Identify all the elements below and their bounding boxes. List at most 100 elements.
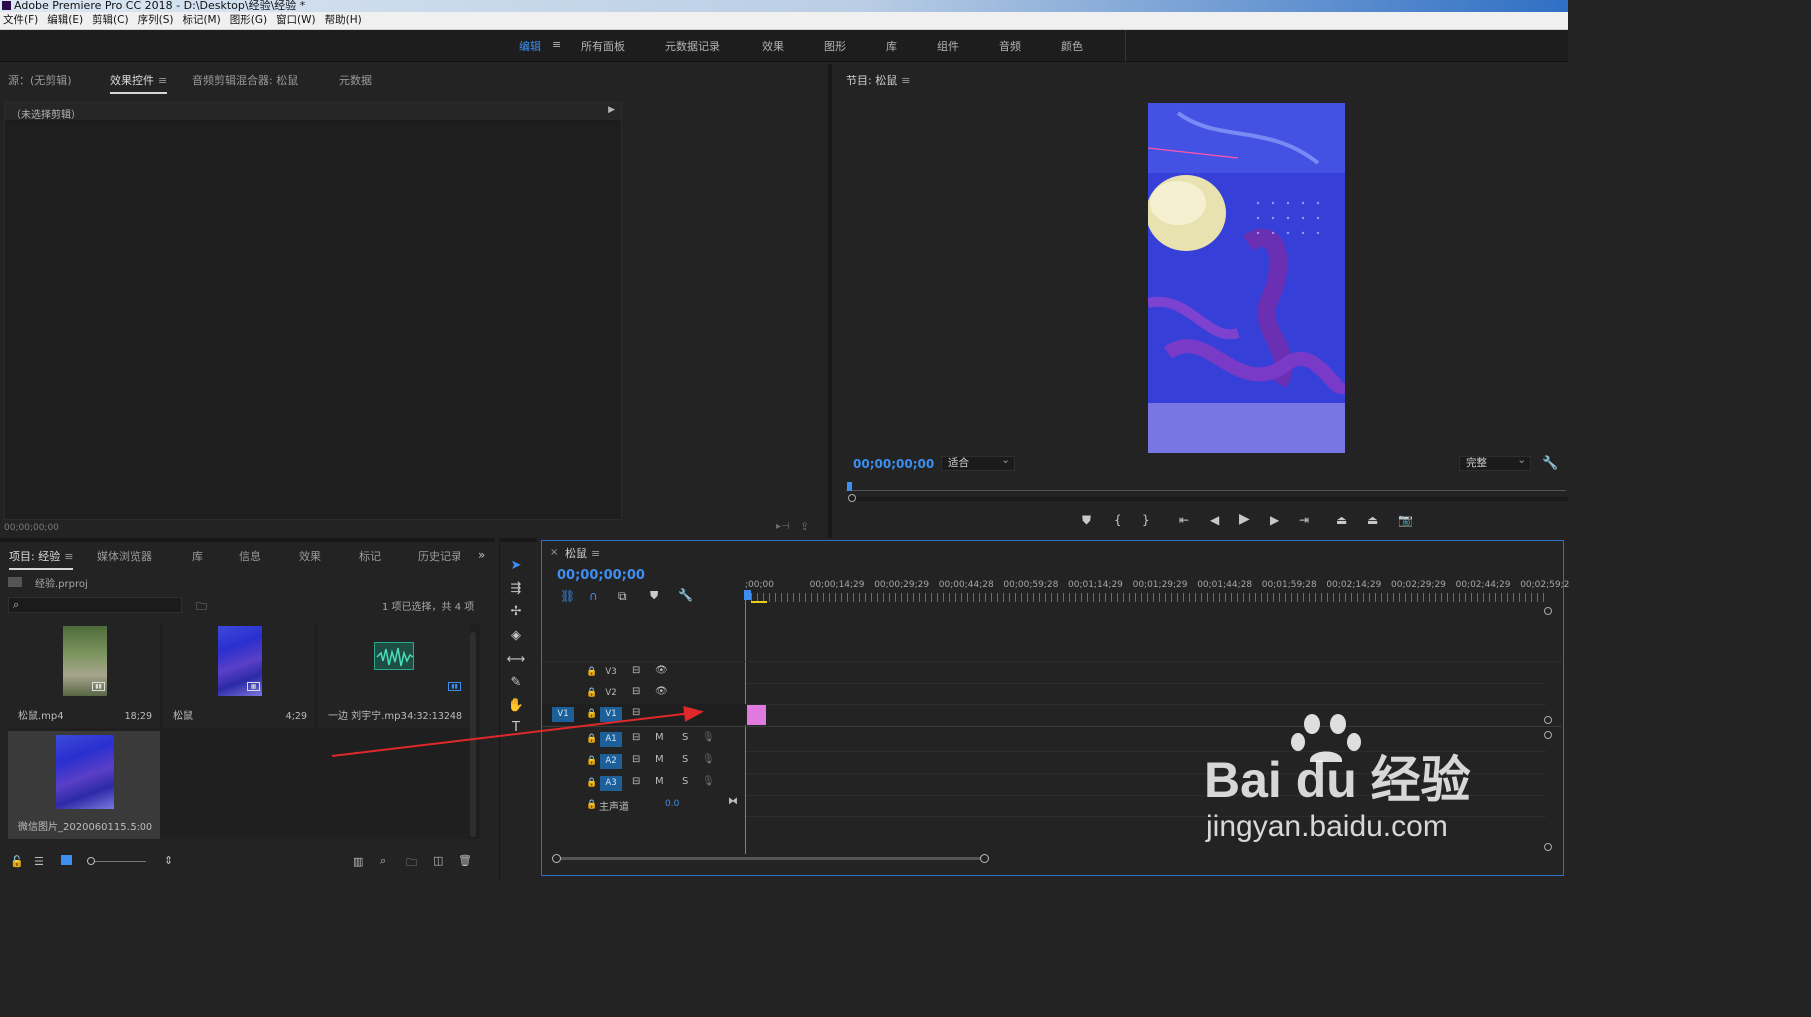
video-scroll-handle[interactable] (1544, 716, 1552, 724)
workspace-effects[interactable]: 效果 (762, 38, 784, 54)
step-forward-icon[interactable]: ▶ (1270, 513, 1279, 527)
zoom-handle[interactable] (848, 494, 856, 502)
mark-out-icon[interactable]: } (1142, 513, 1150, 527)
eye-icon[interactable]: 👁 (655, 665, 668, 676)
menu-marker[interactable]: 标记(M) (179, 12, 226, 29)
sort-icon[interactable]: ⇕ (164, 854, 173, 867)
track-master[interactable]: 🔒 主声道 0.0 ⧓ (542, 795, 748, 816)
tab-effect-controls[interactable]: 效果控件 ≡ (110, 72, 168, 94)
workspace-edit[interactable]: 编辑 (519, 38, 541, 54)
track-select-tool-icon[interactable]: ⇶ (505, 579, 527, 599)
tab-project[interactable]: 项目: 经验 ≡ (9, 548, 74, 570)
close-sequence-icon[interactable]: × (550, 547, 558, 558)
workspace-graphics[interactable]: 图形 (824, 38, 846, 54)
step-back-icon[interactable]: ◀ (1210, 513, 1219, 527)
list-view-icon[interactable]: ☰ (34, 855, 44, 868)
timeline-zoom-bar[interactable] (556, 857, 986, 860)
menu-sequence[interactable]: 序列(S) (135, 12, 180, 29)
linked-selection-icon[interactable]: ⧉ (618, 589, 627, 604)
new-item-icon[interactable]: ◫ (433, 854, 443, 867)
slider-handle[interactable] (87, 857, 95, 865)
track-lock-icon[interactable]: 🔒 (586, 800, 597, 810)
track-a3[interactable]: 🔒 A3 ⊟ M S 🎙 (542, 773, 748, 794)
track-lock-icon[interactable]: 🔒 (586, 778, 597, 788)
trash-icon[interactable]: 🗑 (458, 854, 472, 867)
zoom-right-handle[interactable] (980, 854, 989, 863)
play-icon[interactable]: ▶ (1239, 512, 1250, 526)
project-item-squirrel-mp4[interactable]: ▮▮ 松鼠.mp4 18;29 (8, 624, 160, 728)
project-item-squirrel-sequence[interactable]: ▦ 松鼠 4;29 (163, 624, 315, 728)
microphone-icon[interactable]: 🎙 (702, 776, 715, 787)
lock-icon[interactable]: 🔓 (10, 855, 24, 868)
thumbnail-size-slider[interactable] (88, 861, 146, 862)
go-to-out-icon[interactable]: ⇥ (1299, 513, 1309, 527)
mark-in-icon[interactable]: { (1114, 513, 1122, 527)
slip-tool-icon[interactable]: ⟷ (505, 650, 527, 670)
fit-dropdown[interactable]: 适合 (941, 454, 1015, 471)
program-time-ruler[interactable] (846, 482, 1566, 494)
more-tabs-icon[interactable]: » (478, 548, 485, 562)
tab-audio-clip-mixer[interactable]: 音频剪辑混合器: 松鼠 (192, 72, 298, 88)
workspace-metadata[interactable]: 元数据记录 (665, 38, 720, 54)
quality-dropdown[interactable]: 完整 (1459, 454, 1531, 471)
expand-arrow-icon[interactable]: ▶ (608, 105, 615, 115)
workspace-all-panels[interactable]: 所有面板 (581, 38, 625, 54)
workspace-edit-menu-icon[interactable]: ≡ (552, 38, 561, 51)
nest-toggle-icon[interactable]: ⛓ (560, 589, 575, 603)
audio-scroll-handle[interactable] (1544, 843, 1552, 851)
workspace-audio[interactable]: 音频 (999, 38, 1021, 54)
export-frame-camera-icon[interactable]: 📷 (1398, 513, 1413, 527)
tab-media-browser[interactable]: 媒体浏览器 (97, 548, 152, 564)
tab-effects[interactable]: 效果 (299, 548, 321, 564)
icon-view-icon[interactable] (61, 855, 72, 865)
timeline-settings-wrench-icon[interactable]: 🔧 (678, 588, 693, 602)
sequence-menu-icon[interactable]: ≡ (591, 547, 600, 560)
menu-graphics[interactable]: 图形(G) (227, 12, 273, 29)
tab-libraries[interactable]: 库 (192, 548, 203, 564)
program-timecode[interactable]: 00;00;00;00 (853, 457, 934, 471)
tab-metadata[interactable]: 元数据 (339, 72, 372, 88)
sync-lock-icon[interactable]: ⊟ (632, 776, 640, 787)
panel-menu-icon[interactable]: ≡ (158, 74, 167, 87)
filter-icon[interactable]: ▸⊣ (776, 521, 790, 532)
go-to-end-icon[interactable]: ⧓ (728, 796, 738, 807)
new-bin-icon[interactable]: 🗀 (406, 854, 417, 873)
ripple-edit-tool-icon[interactable]: ✢ (505, 602, 527, 622)
track-lock-icon[interactable]: 🔒 (586, 667, 597, 677)
audio-scroll-handle[interactable] (1544, 731, 1552, 739)
mute-button[interactable]: M (655, 776, 664, 787)
export-icon[interactable]: ⇪ (800, 520, 809, 533)
project-search-input[interactable]: ⌕ (8, 597, 182, 613)
master-volume-value[interactable]: 0.0 (665, 799, 679, 809)
track-v3[interactable]: 🔒 V3 ⊟ 👁 (542, 662, 748, 683)
video-scroll-handle[interactable] (1544, 607, 1552, 615)
zoom-scrollbar[interactable] (848, 497, 1568, 501)
tab-history[interactable]: 历史记录 (418, 548, 460, 564)
selection-tool-icon[interactable]: ➤ (505, 556, 527, 576)
work-area-bar[interactable] (751, 601, 767, 603)
add-marker-icon[interactable]: ⛊ (1082, 513, 1091, 527)
menu-file[interactable]: 文件(F) (0, 12, 44, 29)
tab-info[interactable]: 信息 (239, 548, 261, 564)
solo-button[interactable]: S (682, 776, 688, 787)
project-item-wechat-image[interactable]: 微信图片_2020060115... 5:00 (8, 731, 160, 839)
menu-help[interactable]: 帮助(H) (322, 12, 368, 29)
track-name[interactable]: A3 (600, 776, 622, 791)
extract-icon[interactable]: ⏏ (1367, 513, 1378, 527)
snap-magnet-icon[interactable]: ∩ (589, 589, 598, 603)
menu-clip[interactable]: 剪辑(C) (89, 12, 135, 29)
tab-markers[interactable]: 标记 (359, 548, 381, 564)
track-name[interactable]: V3 (600, 665, 622, 680)
tab-source[interactable]: 源：(无剪辑) (8, 72, 72, 88)
timeline-clip[interactable] (747, 705, 766, 725)
workspace-color[interactable]: 颜色 (1061, 38, 1083, 54)
menu-window[interactable]: 窗口(W) (273, 12, 322, 29)
workspace-libraries[interactable]: 库 (886, 38, 897, 54)
workspace-assembly[interactable]: 组件 (937, 38, 959, 54)
lift-icon[interactable]: ⏏ (1336, 513, 1347, 527)
menu-edit[interactable]: 编辑(E) (44, 12, 89, 29)
sync-lock-icon[interactable]: ⊟ (632, 665, 640, 676)
find-icon[interactable]: ⌕ (380, 854, 386, 868)
add-marker-timeline-icon[interactable]: ⛊ (650, 589, 658, 603)
zoom-left-handle[interactable] (552, 854, 561, 863)
